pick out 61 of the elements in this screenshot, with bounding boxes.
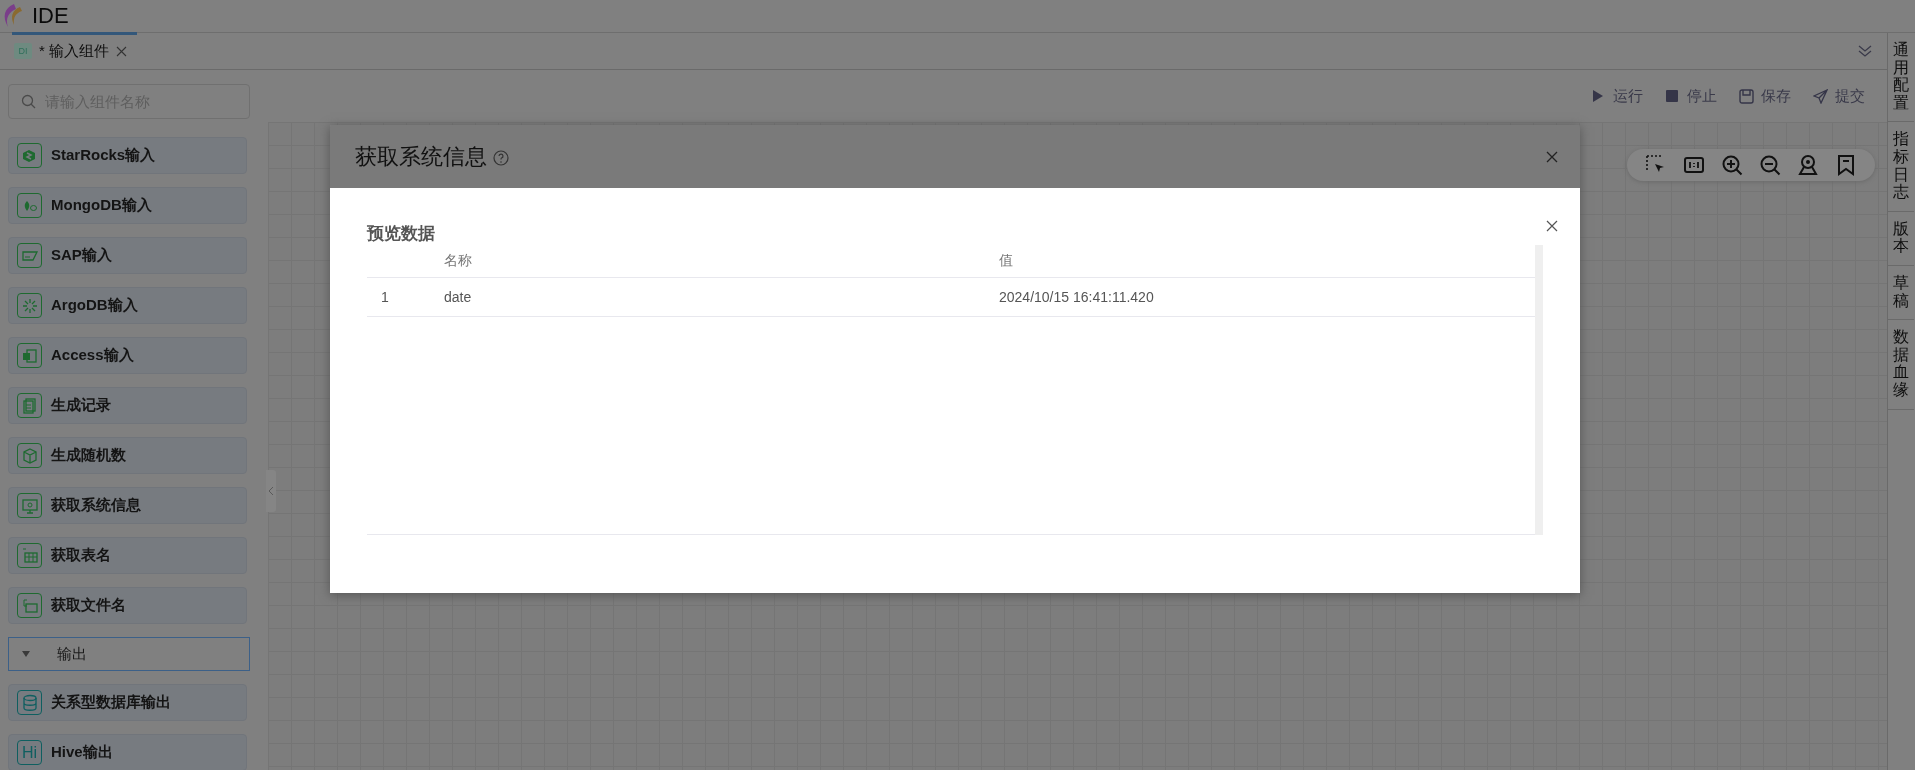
zoom-in-icon[interactable] xyxy=(1721,154,1743,176)
component-label: 生成随机数 xyxy=(51,446,126,465)
component-item[interactable]: ArgoDB输入 xyxy=(8,287,247,324)
row-number: 1 xyxy=(381,289,389,305)
group-header[interactable]: 输出 xyxy=(8,637,250,671)
component-label: Access输入 xyxy=(51,346,134,365)
chevron-left-icon xyxy=(268,486,274,496)
save-icon xyxy=(1739,88,1754,104)
bookmark-icon[interactable] xyxy=(1835,154,1857,176)
side-tab[interactable]: 指标日志 xyxy=(1888,122,1914,212)
component-item[interactable]: 生成记录 xyxy=(8,387,247,424)
table-cell: 2024/10/15 16:41:11.420 xyxy=(999,289,1154,305)
component-item[interactable]: 获取文件名 xyxy=(8,587,247,624)
tab-label: * 输入组件 xyxy=(39,41,109,61)
component-item[interactable]: 获取表名 xyxy=(8,537,247,574)
component-item[interactable]: 生成随机数 xyxy=(8,437,247,474)
component-item[interactable]: MongoDB输入 xyxy=(8,187,247,224)
stop-button[interactable]: 停止 xyxy=(1665,86,1717,106)
component-label: 生成记录 xyxy=(51,396,111,415)
stop-icon xyxy=(1665,88,1680,104)
help-icon[interactable] xyxy=(493,150,509,166)
location-icon[interactable] xyxy=(1797,154,1819,176)
component-label: 获取文件名 xyxy=(51,596,126,615)
component-label: ArgoDB输入 xyxy=(51,296,138,315)
group-label: 输出 xyxy=(57,644,87,664)
column-header: 值 xyxy=(999,252,1013,268)
side-tab[interactable]: 版本 xyxy=(1888,211,1914,266)
component-item[interactable]: StarRocks输入 xyxy=(8,137,247,174)
component-label: SAP输入 xyxy=(51,246,112,265)
side-tab[interactable]: 通用配置 xyxy=(1888,33,1914,123)
fit-icon[interactable] xyxy=(1683,154,1705,176)
component-item[interactable]: 获取系统信息 xyxy=(8,487,247,524)
component-label: Hive输出 xyxy=(51,743,113,762)
app-title: IDE xyxy=(32,3,69,29)
close-icon[interactable] xyxy=(1546,150,1558,163)
collapse-handle[interactable] xyxy=(266,470,276,512)
close-icon[interactable] xyxy=(116,45,127,57)
component-label: MongoDB输入 xyxy=(51,196,152,215)
submit-button[interactable]: 提交 xyxy=(1813,86,1865,106)
component-label: 获取表名 xyxy=(51,546,111,565)
double-chevron-icon[interactable] xyxy=(1857,44,1873,58)
component-badge: Hi xyxy=(17,740,42,765)
search-icon xyxy=(21,94,36,109)
component-label: StarRocks输入 xyxy=(51,146,156,165)
send-icon xyxy=(1813,88,1828,104)
section-title: 预览数据 xyxy=(367,223,436,245)
column-header: 名称 xyxy=(444,252,472,268)
close-icon[interactable] xyxy=(1546,220,1558,232)
component-item[interactable]: 关系型数据库输出 xyxy=(8,684,247,721)
component-item[interactable]: SAP输入 xyxy=(8,237,247,274)
run-button[interactable]: 运行 xyxy=(1591,86,1643,106)
save-button[interactable]: 保存 xyxy=(1739,86,1791,106)
component-item[interactable]: Access输入 xyxy=(8,337,247,374)
table-cell: date xyxy=(444,289,472,305)
side-tab[interactable]: 数据血缘 xyxy=(1888,320,1914,410)
component-item[interactable]: Hi Hive输出 xyxy=(8,734,247,770)
component-label: 关系型数据库输出 xyxy=(51,693,171,712)
zoom-out-icon[interactable] xyxy=(1759,154,1781,176)
component-label: 获取系统信息 xyxy=(51,496,141,515)
side-tab[interactable]: 草稿 xyxy=(1888,265,1914,321)
dialog-title: 获取系统信息 xyxy=(355,142,487,171)
